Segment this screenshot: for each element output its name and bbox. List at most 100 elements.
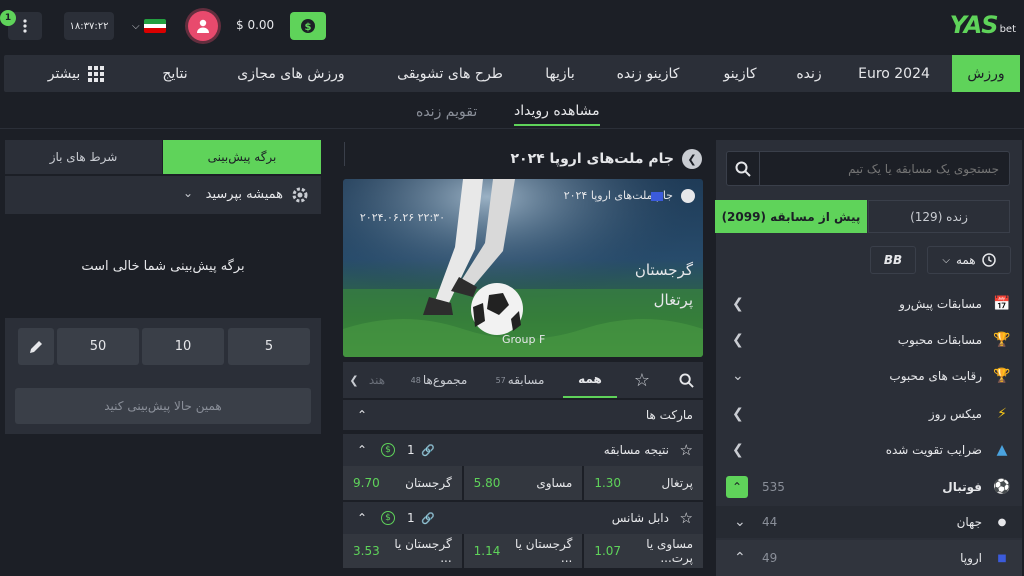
logo-text: YAS (949, 11, 999, 39)
chevron-down-icon: ⌵ (942, 254, 950, 266)
search-input[interactable] (759, 152, 999, 185)
chevron-up-icon: ⌃ (357, 408, 368, 422)
event-title: جام ملت‌های اروپا ۲۰۲۴ (510, 151, 675, 167)
odd-button-draw[interactable]: مساوی 5.80 (463, 466, 583, 500)
eu-flag-icon: ■ (997, 552, 1007, 564)
sidebar-item-label: رقابت های محبوب (889, 368, 982, 383)
soccer-ball-icon (681, 189, 695, 203)
markets-section-header[interactable]: مارکت ها ⌃ (343, 400, 703, 430)
language-selector[interactable]: ⌵ (132, 14, 174, 38)
market-tab-count: 57 (495, 375, 506, 385)
tab-live-count[interactable]: زنده (129) (868, 200, 1010, 233)
nav-promotions[interactable]: طرح های تشویقی (380, 55, 520, 92)
chevron-left-icon[interactable]: ❮ (347, 362, 361, 398)
odd-button-away[interactable]: پرتغال 1.30 (584, 466, 704, 500)
stake-10-button[interactable]: 10 (142, 328, 224, 365)
nav-live[interactable]: زنده (784, 55, 834, 92)
odd-button-x2[interactable]: مساوی یا پرت... 1.07 (584, 534, 704, 568)
sport-football[interactable]: ⌃ 535 فوتبال ⚽ (716, 469, 1022, 505)
odd-button-12[interactable]: گرجستان یا ... 1.14 (463, 534, 583, 568)
odd-label: مساوی یا پرت... (646, 537, 694, 565)
link-icon: 🔗 (421, 443, 435, 457)
place-bet-button[interactable]: همین حالا پیش‌بینی کنید (15, 388, 311, 424)
market-match-result-header[interactable]: ☆ نتیجه مسابقه ⌃ $ 1 🔗 (343, 434, 703, 466)
nav-casino[interactable]: کازینو (710, 55, 770, 92)
chevron-left-icon: ❮ (732, 295, 744, 312)
market-tab-match[interactable]: 57 مسابقه (487, 362, 553, 398)
sport-count: 535 (762, 480, 785, 494)
logo-subtext: bet (999, 23, 1016, 35)
chevron-up-icon: ⌃ (357, 511, 368, 525)
time-filter-label: همه (955, 253, 976, 267)
star-icon[interactable]: ☆ (680, 509, 693, 527)
chevron-up-icon[interactable]: ⌃ (726, 476, 748, 498)
region-count: 49 (762, 551, 778, 565)
stake-5-button[interactable]: 5 (228, 328, 310, 365)
sidebar-item-upcoming[interactable]: ❮ مسابقات پیش‌رو 📅 (716, 286, 1022, 321)
market-search-button[interactable] (669, 362, 703, 398)
markets-header-label: مارکت ها (645, 408, 693, 422)
sidebar-item-popular-matches[interactable]: ❮ مسابقات محبوب 🏆 (716, 322, 1022, 357)
nav-live-casino[interactable]: کازینو زنده (600, 55, 696, 92)
nav-results[interactable]: نتایج (152, 55, 198, 92)
cashout-icon: $ (381, 511, 395, 525)
tab-event-view[interactable]: مشاهده رویداد (514, 98, 600, 126)
odd-value: 1.07 (594, 544, 622, 558)
link-count: 1 (407, 443, 415, 457)
time-filter-dropdown[interactable]: ⌵ همه (927, 246, 1011, 274)
divider (0, 128, 1024, 129)
odd-button-home[interactable]: گرجستان 9.70 (343, 466, 462, 500)
nav-more-label: بیشتر (47, 65, 81, 82)
nav-virtual-sports[interactable]: ورزش های مجازی (226, 55, 356, 92)
event-datetime: ۲۰۲۴.۰۶.۲۶ ۲۲:۳۰ (359, 211, 445, 224)
odds-change-setting[interactable]: همیشه بپرسید ⌄ (5, 176, 321, 214)
bet-builder-button[interactable]: BB (870, 246, 916, 274)
market-tab-totals[interactable]: 48 مجموع‌ها (401, 362, 477, 398)
stake-50-button[interactable]: 50 (57, 328, 139, 365)
nav-euro-2024[interactable]: Euro 2024 (846, 55, 942, 92)
event-hero-banner: جام ملت‌های اروپا ۲۰۲۴ ۲۰۲۴.۰۶.۲۶ ۲۲:۳۰ … (343, 179, 703, 357)
gear-icon[interactable] (291, 186, 309, 204)
search-button[interactable] (726, 151, 760, 186)
market-tab-label: مجموع‌ها (422, 373, 468, 387)
market-title: نتیجه مسابقه (603, 443, 669, 457)
odd-label: گرجستان (405, 476, 452, 490)
soccer-ball-icon: ⚽ (993, 479, 1011, 495)
tab-live-calendar[interactable]: تقویم زنده (416, 98, 477, 126)
sidebar-item-popular-competitions[interactable]: ⌄ رقابت های محبوب 🏆 (716, 358, 1022, 393)
search-icon (735, 161, 751, 177)
tab-prematch-count[interactable]: پیش از مسابقه (2099) (715, 200, 867, 233)
sidebar-item-daily-mix[interactable]: ❮ میکس روز ⚡ (716, 396, 1022, 431)
dollar-icon: $ (301, 19, 315, 33)
star-icon[interactable]: ☆ (680, 441, 693, 459)
market-double-chance-header[interactable]: ☆ دابل شانس ⌃ $ 1 🔗 (343, 502, 703, 534)
chevron-down-icon: ⌄ (732, 367, 744, 384)
chevron-down-icon: ⌄ (182, 186, 193, 200)
region-europe[interactable]: ⌃ 49 اروپا ■ (716, 540, 1022, 576)
chevron-left-icon: ❮ (732, 405, 744, 422)
user-avatar-button[interactable] (188, 11, 218, 41)
region-world[interactable]: ⌄ 44 جهان ● (716, 506, 1022, 538)
deposit-button[interactable]: $ (290, 12, 326, 40)
link-icon: 🔗 (421, 511, 435, 525)
back-arrow-icon[interactable]: ❮ (682, 149, 702, 169)
tab-open-bets[interactable]: شرط های باز (5, 140, 162, 174)
search-icon (678, 372, 694, 388)
sidebar-item-boosted-odds[interactable]: ❮ ضرایب تقویت شده ▲ (716, 432, 1022, 467)
market-tab-handicap[interactable]: هند (363, 362, 391, 398)
notification-badge: 1 (0, 10, 16, 26)
market-tab-all[interactable]: همه (563, 362, 617, 398)
edit-stake-button[interactable] (18, 328, 54, 365)
favorites-star-icon[interactable]: ☆ (625, 362, 659, 398)
nav-more[interactable]: بیشتر (24, 55, 128, 92)
team-home: گرجستان (634, 261, 693, 279)
odd-button-1x[interactable]: گرجستان یا ... 3.53 (343, 534, 462, 568)
site-logo[interactable]: YAS bet (916, 10, 1016, 40)
tab-betslip[interactable]: برگه پیش‌بینی (163, 140, 321, 174)
nav-games[interactable]: بازیها (534, 55, 586, 92)
nav-sports[interactable]: ورزش (952, 55, 1020, 92)
odd-value: 9.70 (353, 476, 380, 490)
region-count: 44 (762, 515, 778, 529)
chevron-left-icon: ❮ (732, 441, 744, 458)
event-group: Group F (502, 333, 546, 346)
